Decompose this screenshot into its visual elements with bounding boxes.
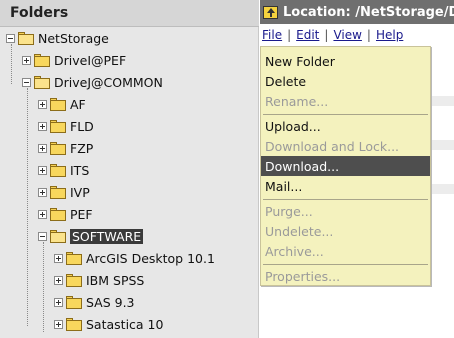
- list-row-background: [430, 140, 454, 150]
- expand-icon[interactable]: [38, 209, 47, 219]
- tree-item-label-selected: SOFTWARE: [70, 228, 144, 244]
- tree-item-label: NetStorage: [38, 30, 109, 46]
- tree-item-arcgis[interactable]: ArcGIS Desktop 10.1: [54, 248, 215, 268]
- tree-item-label: PEF: [70, 206, 93, 222]
- open-folder-icon: [50, 229, 66, 243]
- list-row-background: [430, 184, 454, 194]
- expand-icon[interactable]: [38, 187, 47, 197]
- tree-item-software[interactable]: SOFTWARE: [38, 226, 144, 246]
- menu-help[interactable]: Help: [376, 28, 403, 42]
- tree-item-drivei-pef[interactable]: DriveI@PEF: [22, 50, 126, 70]
- menu-view[interactable]: View: [333, 28, 361, 42]
- tree-item-sas[interactable]: SAS 9.3: [54, 292, 135, 312]
- tree-item-satastica[interactable]: Satastica 10: [54, 314, 163, 334]
- tree-connector: [27, 88, 28, 326]
- tree-item-label: IBM SPSS: [86, 272, 145, 288]
- menu-item-download-and-lock: Download and Lock...: [265, 138, 400, 154]
- expand-icon[interactable]: [54, 275, 63, 285]
- expand-icon[interactable]: [38, 121, 47, 131]
- folder-icon: [50, 207, 66, 221]
- expand-icon[interactable]: [54, 297, 63, 307]
- folder-icon: [50, 141, 66, 155]
- folder-icon: [50, 163, 66, 177]
- menu-item-delete[interactable]: Delete: [261, 71, 430, 91]
- menu-item-archive: Archive...: [265, 243, 324, 259]
- tree-item-label: DriveI@PEF: [54, 52, 127, 68]
- folders-panel-title: Folders: [0, 0, 259, 27]
- tree-item-label: ArcGIS Desktop 10.1: [86, 250, 215, 266]
- expand-icon[interactable]: [38, 99, 47, 109]
- folder-icon: [66, 251, 82, 265]
- menu-item-download[interactable]: Download...: [261, 156, 430, 176]
- tree-item-label: DriveJ@COMMON: [54, 74, 163, 90]
- tree-item-label: IVP: [70, 184, 90, 200]
- tree-item-label: ITS: [70, 162, 90, 178]
- expand-icon[interactable]: [54, 319, 63, 329]
- tree-item-ibm-spss[interactable]: IBM SPSS: [54, 270, 144, 290]
- location-bar: Location: /NetStorage/DriveJ@COMMON/SOFT…: [260, 0, 454, 24]
- tree-item-drivej-common[interactable]: DriveJ@COMMON: [22, 72, 163, 92]
- collapse-icon[interactable]: [6, 33, 15, 43]
- file-menu-dropdown: New Folder Delete Rename... Upload... Do…: [260, 46, 431, 286]
- menu-item-purge: Purge...: [265, 203, 313, 219]
- menu-separator: |: [366, 28, 371, 42]
- menu-item-mail[interactable]: Mail...: [261, 176, 430, 196]
- expand-icon[interactable]: [38, 165, 47, 175]
- folder-icon: [34, 53, 50, 67]
- tree-item-netstorage[interactable]: NetStorage: [6, 28, 109, 48]
- menu-item-properties: Properties...: [265, 268, 341, 284]
- folders-panel: Folders NetStorage DriveI@PEF DriveJ@COM…: [0, 0, 259, 338]
- tree-item-label: FLD: [70, 118, 94, 134]
- menu-divider: [263, 264, 428, 265]
- folder-icon: [66, 317, 82, 331]
- menu-item-new-folder[interactable]: New Folder: [261, 51, 430, 71]
- menu-separator: |: [324, 28, 329, 42]
- folder-icon: [66, 295, 82, 309]
- tree-item-af[interactable]: AF: [38, 94, 86, 114]
- list-row-background: [430, 96, 454, 106]
- tree-item-pef[interactable]: PEF: [38, 204, 93, 224]
- menu-item-upload[interactable]: Upload...: [261, 116, 430, 136]
- collapse-icon[interactable]: [22, 77, 31, 87]
- tree-item-label: FZP: [70, 140, 94, 156]
- tree-connector: [43, 242, 44, 332]
- expand-icon[interactable]: [22, 55, 31, 65]
- menu-divider: [263, 114, 428, 115]
- folder-icon: [50, 119, 66, 133]
- menu-item-undelete: Undelete...: [265, 223, 334, 239]
- folder-icon: [50, 97, 66, 111]
- menu-separator: |: [287, 28, 292, 42]
- menu-divider: [263, 199, 428, 200]
- menu-edit[interactable]: Edit: [296, 28, 319, 42]
- folder-icon: [50, 185, 66, 199]
- tree-item-ivp[interactable]: IVP: [38, 182, 90, 202]
- location-path: Location: /NetStorage/DriveJ@COMMON/SOFT…: [283, 4, 454, 20]
- tree-item-label: AF: [70, 96, 86, 112]
- open-folder-icon: [18, 31, 34, 45]
- tree-connector: [11, 44, 12, 84]
- tree-item-fld[interactable]: FLD: [38, 116, 94, 136]
- menubar: File | Edit | View | Help: [260, 24, 454, 46]
- expand-icon[interactable]: [54, 253, 63, 263]
- menu-item-rename: Rename...: [265, 93, 329, 109]
- open-folder-icon: [34, 75, 50, 89]
- tree-item-fzp[interactable]: FZP: [38, 138, 93, 158]
- expand-icon[interactable]: [38, 143, 47, 153]
- menu-file[interactable]: File: [262, 28, 282, 42]
- folder-icon: [66, 273, 82, 287]
- folder-up-icon[interactable]: [263, 5, 278, 19]
- tree-item-its[interactable]: ITS: [38, 160, 89, 180]
- tree-item-label: SAS 9.3: [86, 294, 135, 310]
- tree-item-label: Satastica 10: [86, 316, 164, 332]
- collapse-icon[interactable]: [38, 231, 47, 241]
